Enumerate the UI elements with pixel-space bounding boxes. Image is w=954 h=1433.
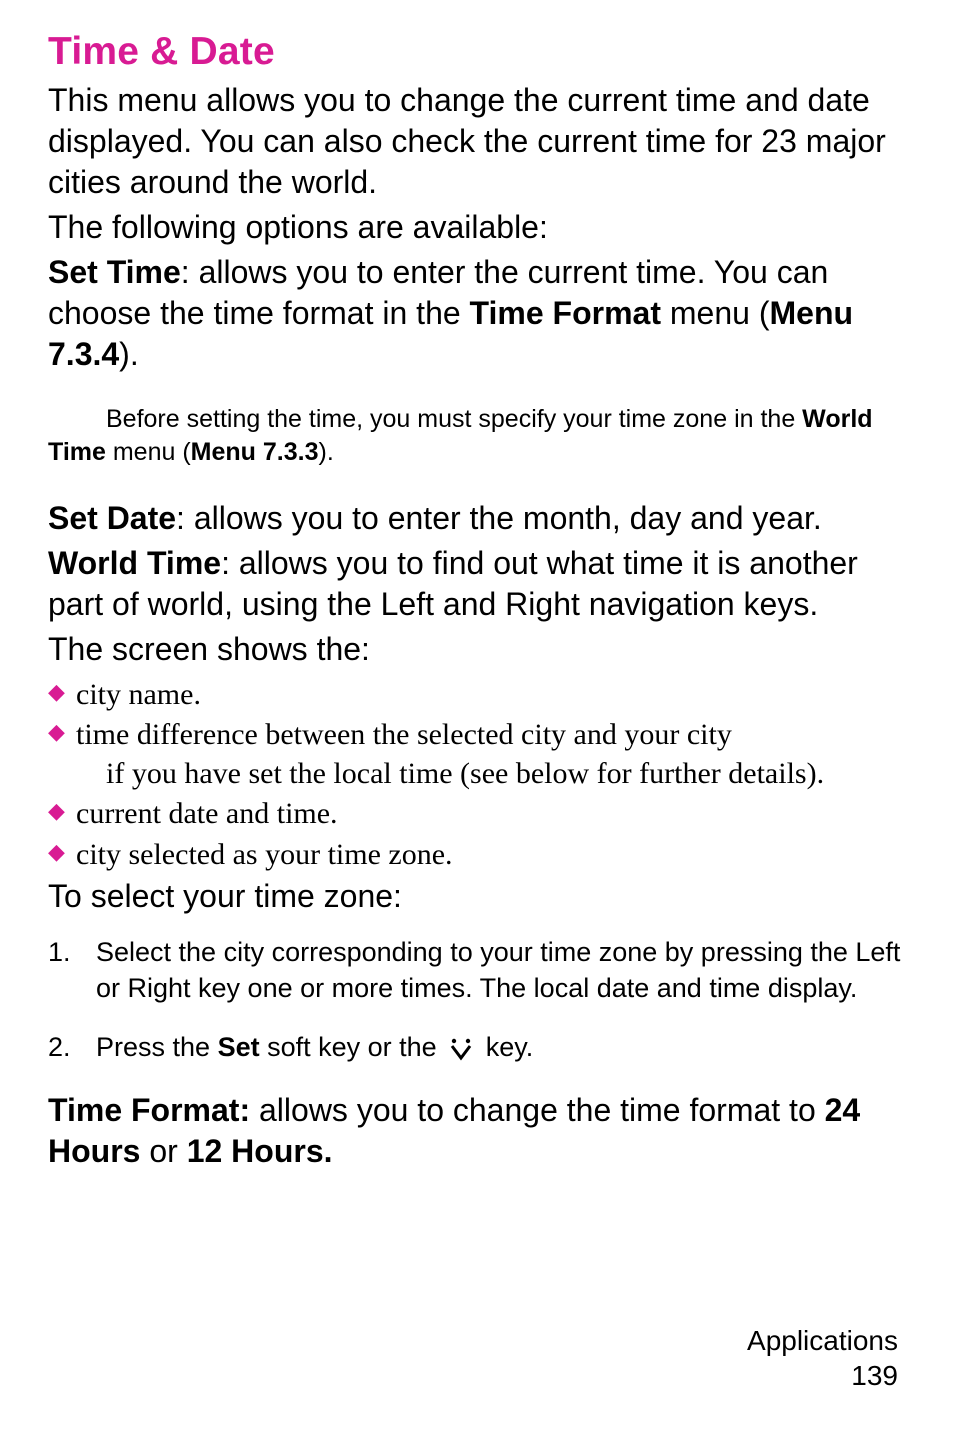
step-1-text: Select the city corresponding to your ti…: [96, 937, 900, 1003]
intro-paragraph-1: This menu allows you to change the curre…: [48, 80, 906, 203]
ok-key-icon: [448, 1036, 474, 1062]
time-format-label: Time Format:: [48, 1092, 250, 1128]
manual-page: Time & Date This menu allows you to chan…: [0, 0, 954, 1433]
menu-ref-733: Menu 7.3.3: [191, 438, 319, 466]
intro-paragraph-2: The following options are available:: [48, 207, 906, 248]
screen-shows-list: city name. time difference between the s…: [48, 676, 906, 874]
note-text-3: ).: [319, 438, 334, 466]
set-date-option: Set Date: allows you to enter the month,…: [48, 498, 906, 539]
step-2-text-a: Press the: [96, 1032, 218, 1062]
bullet-city-name: city name.: [76, 678, 201, 711]
list-item: current date and time.: [48, 795, 906, 833]
time-format-text-1: allows you to change the time format to: [250, 1092, 825, 1128]
list-item: city name.: [48, 676, 906, 714]
set-date-text: : allows you to enter the month, day and…: [176, 500, 822, 536]
step-item: Select the city corresponding to your ti…: [48, 935, 906, 1006]
bullet-city-zone: city selected as your time zone.: [76, 838, 453, 871]
screen-shows-label: The screen shows the:: [48, 629, 906, 670]
world-time-label: World Time: [48, 545, 221, 581]
12-hours-label: 12 Hours.: [187, 1133, 333, 1169]
list-item: time difference between the selected cit…: [48, 716, 906, 793]
footer-section-name: Applications: [747, 1323, 898, 1358]
bullet-current-date: current date and time.: [76, 797, 338, 830]
footer-page-number: 139: [747, 1358, 898, 1393]
note-text-1: Before setting the time, you must specif…: [106, 405, 802, 433]
set-softkey-label: Set: [218, 1032, 260, 1062]
time-format-text-2: or: [140, 1133, 186, 1169]
set-time-text-2: menu (: [661, 295, 769, 331]
time-format-option: Time Format: allows you to change the ti…: [48, 1090, 906, 1172]
list-item: city selected as your time zone.: [48, 836, 906, 874]
section-heading: Time & Date: [48, 30, 906, 74]
set-time-option: Set Time: allows you to enter the curren…: [48, 252, 906, 375]
bullet-time-diff-rest: if you have set the local time (see belo…: [76, 755, 906, 793]
to-select-label: To select your time zone:: [48, 876, 906, 917]
note-text-2: menu (: [106, 438, 191, 466]
steps-list: Select the city corresponding to your ti…: [48, 935, 906, 1066]
bullet-time-diff-line1: time difference between the selected cit…: [76, 718, 732, 751]
step-2-text-c: key.: [478, 1032, 533, 1062]
world-time-option: World Time: allows you to find out what …: [48, 543, 906, 625]
time-format-ref: Time Format: [470, 295, 661, 331]
set-time-label: Set Time: [48, 254, 181, 290]
note-paragraph: Before setting the time, you must specif…: [48, 403, 906, 471]
page-footer: Applications 139: [747, 1323, 898, 1393]
set-date-label: Set Date: [48, 500, 176, 536]
step-item: Press the Set soft key or the key.: [48, 1030, 906, 1066]
set-time-text-3: ).: [119, 336, 139, 372]
step-2-text-b: soft key or the: [260, 1032, 445, 1062]
